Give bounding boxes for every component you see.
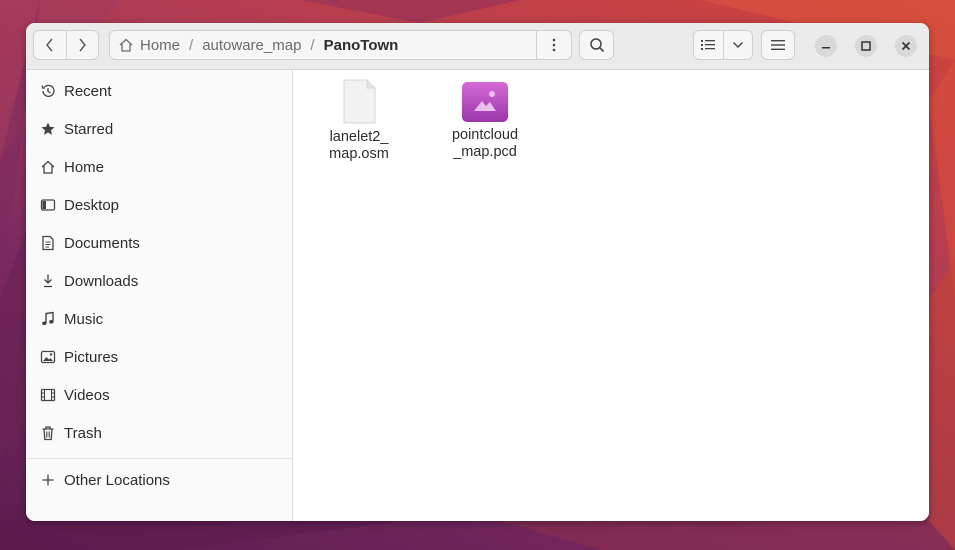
breadcrumb-autoware-map[interactable]: autoware_map bbox=[198, 37, 305, 54]
list-view-icon bbox=[701, 40, 716, 50]
sidebar-item-label: Documents bbox=[64, 234, 140, 252]
main-menu-button[interactable] bbox=[761, 30, 795, 60]
navigation-buttons bbox=[33, 30, 99, 60]
chevron-left-icon bbox=[45, 38, 53, 52]
plus-icon bbox=[39, 471, 57, 489]
film-icon bbox=[39, 386, 57, 404]
file-item-lanelet2-map-osm[interactable]: lanelet2_ map.osm bbox=[314, 79, 404, 163]
sidebar-item-downloads[interactable]: Downloads bbox=[26, 262, 292, 300]
sidebar-item-other-locations[interactable]: Other Locations bbox=[26, 461, 292, 499]
forward-button[interactable] bbox=[65, 31, 99, 59]
image-file-icon bbox=[462, 82, 508, 122]
breadcrumb-label: Home bbox=[140, 36, 181, 54]
sidebar-item-label: Home bbox=[64, 158, 105, 176]
chevron-down-icon bbox=[732, 42, 743, 48]
vertical-dots-icon bbox=[552, 38, 556, 52]
maximize-button[interactable] bbox=[855, 35, 877, 57]
file-view: lanelet2_ map.osm pointcloud _map.pcd bbox=[293, 70, 929, 521]
view-options-dropdown[interactable] bbox=[722, 31, 753, 59]
download-icon bbox=[39, 272, 57, 290]
sidebar-item-label: Desktop bbox=[64, 196, 120, 214]
sidebar-item-videos[interactable]: Videos bbox=[26, 376, 292, 414]
breadcrumb-separator: / bbox=[189, 36, 194, 54]
star-icon bbox=[39, 120, 57, 138]
sidebar-item-label: Starred bbox=[64, 120, 114, 138]
home-icon bbox=[119, 38, 133, 52]
file-name: lanelet2_ map.osm bbox=[329, 129, 389, 162]
minimize-icon bbox=[822, 47, 830, 49]
sidebar-item-music[interactable]: Music bbox=[26, 300, 292, 338]
file-item-pointcloud-map-pcd[interactable]: pointcloud _map.pcd bbox=[440, 81, 530, 161]
sidebar-item-documents[interactable]: Documents bbox=[26, 224, 292, 262]
breadcrumb-panotown[interactable]: PanoTown bbox=[320, 37, 403, 54]
view-toggle-group bbox=[693, 30, 753, 60]
list-view-button[interactable] bbox=[694, 31, 723, 59]
file-name: pointcloud _map.pcd bbox=[451, 127, 519, 160]
hamburger-icon bbox=[771, 40, 785, 50]
sidebar-item-label: Pictures bbox=[64, 348, 119, 366]
header-bar: Home / autoware_map / PanoTown bbox=[26, 23, 929, 70]
search-button[interactable] bbox=[579, 30, 614, 60]
search-icon bbox=[589, 38, 604, 53]
breadcrumb-separator: / bbox=[310, 36, 315, 54]
document-icon bbox=[39, 234, 57, 252]
back-button[interactable] bbox=[34, 31, 66, 59]
music-icon bbox=[39, 310, 57, 328]
close-button[interactable] bbox=[895, 35, 917, 57]
sidebar-item-label: Music bbox=[64, 310, 104, 328]
picture-icon bbox=[39, 348, 57, 366]
desktop-icon bbox=[39, 196, 57, 214]
sidebar-item-trash[interactable]: Trash bbox=[26, 414, 292, 452]
breadcrumb-label: PanoTown bbox=[323, 36, 399, 54]
sidebar-item-recent[interactable]: Recent bbox=[26, 72, 292, 110]
breadcrumb-home[interactable]: Home bbox=[110, 37, 184, 54]
generic-file-icon bbox=[343, 79, 376, 124]
maximize-icon bbox=[861, 41, 871, 51]
sidebar-divider bbox=[26, 458, 292, 459]
minimize-button[interactable] bbox=[815, 35, 837, 57]
sidebar-item-starred[interactable]: Starred bbox=[26, 110, 292, 148]
sidebar-item-home[interactable]: Home bbox=[26, 148, 292, 186]
trash-icon bbox=[39, 424, 57, 442]
sidebar-item-pictures[interactable]: Pictures bbox=[26, 338, 292, 376]
path-menu-button[interactable] bbox=[536, 31, 571, 59]
chevron-right-icon bbox=[79, 38, 87, 52]
sidebar-item-label: Recent bbox=[64, 82, 112, 100]
file-manager-window: Home / autoware_map / PanoTown Recent St… bbox=[26, 23, 929, 521]
close-icon bbox=[901, 41, 911, 51]
home-icon bbox=[39, 158, 57, 176]
sidebar-item-label: Videos bbox=[64, 386, 110, 404]
sidebar-item-label: Trash bbox=[64, 424, 102, 442]
breadcrumb-label: autoware_map bbox=[202, 36, 302, 54]
sidebar-item-desktop[interactable]: Desktop bbox=[26, 186, 292, 224]
sidebar-item-label: Downloads bbox=[64, 272, 139, 290]
clock-icon bbox=[39, 82, 57, 100]
path-bar: Home / autoware_map / PanoTown bbox=[109, 30, 572, 60]
sidebar: Recent Starred Home Desktop Documents Do… bbox=[26, 70, 293, 521]
sidebar-item-label: Other Locations bbox=[64, 471, 170, 489]
